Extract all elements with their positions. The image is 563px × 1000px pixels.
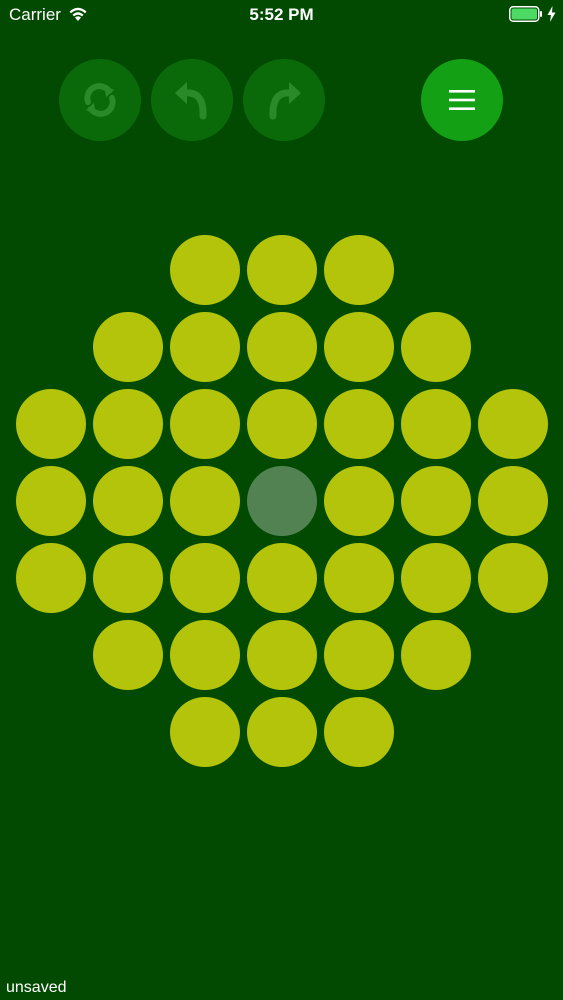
peg[interactable] bbox=[16, 543, 86, 613]
redo-icon bbox=[269, 82, 301, 120]
peg[interactable] bbox=[170, 235, 240, 305]
undo-button[interactable] bbox=[151, 59, 233, 141]
peg[interactable] bbox=[324, 543, 394, 613]
peg[interactable] bbox=[324, 235, 394, 305]
undo-icon bbox=[175, 82, 207, 120]
restart-button[interactable] bbox=[59, 59, 141, 141]
peg[interactable] bbox=[478, 543, 548, 613]
peg[interactable] bbox=[247, 312, 317, 382]
menu-button[interactable] bbox=[421, 59, 503, 141]
peg[interactable] bbox=[401, 543, 471, 613]
peg[interactable] bbox=[401, 620, 471, 690]
peg[interactable] bbox=[170, 466, 240, 536]
peg[interactable] bbox=[247, 697, 317, 767]
peg[interactable] bbox=[247, 235, 317, 305]
peg[interactable] bbox=[401, 466, 471, 536]
restart-icon bbox=[84, 83, 116, 117]
peg[interactable] bbox=[93, 620, 163, 690]
peg[interactable] bbox=[170, 312, 240, 382]
peg[interactable] bbox=[16, 389, 86, 459]
peg[interactable] bbox=[170, 620, 240, 690]
peg[interactable] bbox=[93, 312, 163, 382]
save-status: unsaved bbox=[6, 979, 67, 996]
menu-icon bbox=[449, 90, 475, 110]
peg[interactable] bbox=[247, 389, 317, 459]
peg[interactable] bbox=[401, 312, 471, 382]
peg[interactable] bbox=[324, 466, 394, 536]
status-time: 5:52 PM bbox=[249, 5, 314, 24]
empty-hole[interactable] bbox=[247, 466, 317, 536]
peg[interactable] bbox=[324, 389, 394, 459]
peg[interactable] bbox=[16, 466, 86, 536]
peg[interactable] bbox=[93, 389, 163, 459]
peg[interactable] bbox=[247, 620, 317, 690]
peg[interactable] bbox=[478, 389, 548, 459]
peg[interactable] bbox=[170, 543, 240, 613]
peg-board bbox=[0, 0, 563, 1000]
charging-bolt-icon bbox=[547, 6, 556, 22]
peg[interactable] bbox=[170, 697, 240, 767]
peg[interactable] bbox=[93, 543, 163, 613]
battery-icon bbox=[509, 6, 542, 22]
peg[interactable] bbox=[401, 389, 471, 459]
peg[interactable] bbox=[478, 466, 548, 536]
status-bar: Carrier 5:52 PM bbox=[0, 0, 563, 30]
peg[interactable] bbox=[324, 620, 394, 690]
peg[interactable] bbox=[93, 466, 163, 536]
peg[interactable] bbox=[247, 543, 317, 613]
peg[interactable] bbox=[324, 312, 394, 382]
redo-button[interactable] bbox=[243, 59, 325, 141]
peg[interactable] bbox=[324, 697, 394, 767]
peg[interactable] bbox=[170, 389, 240, 459]
